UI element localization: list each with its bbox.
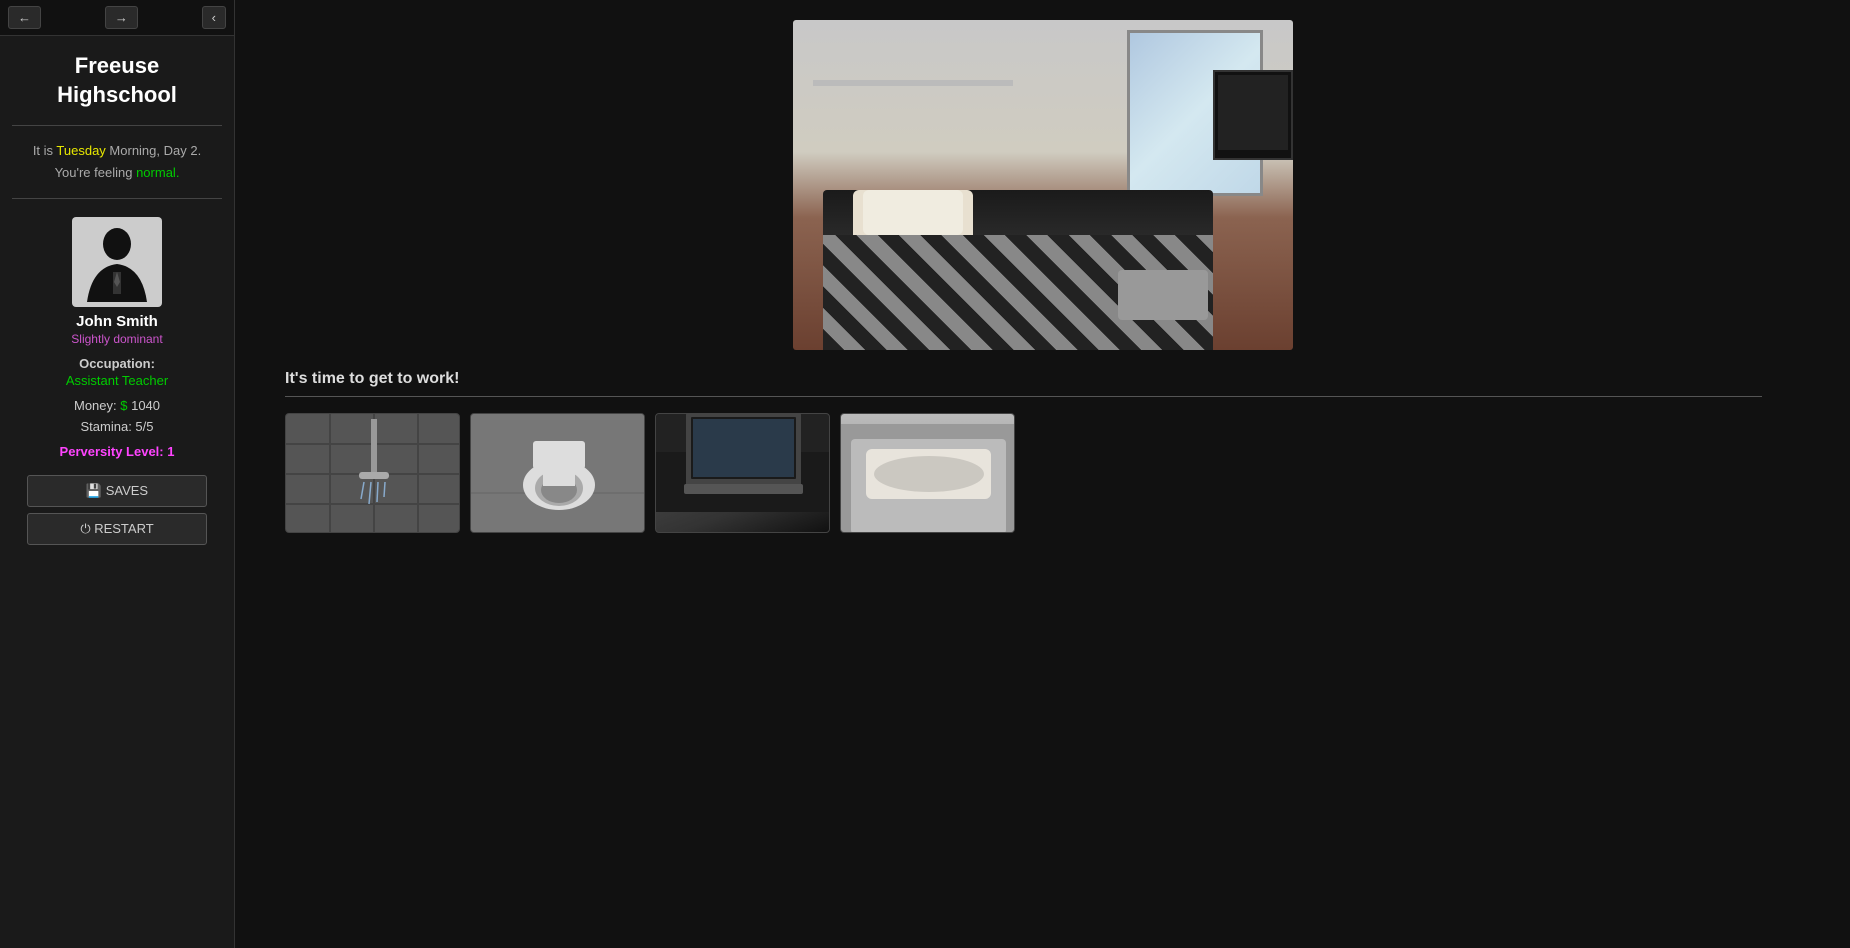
shower-svg bbox=[286, 414, 459, 532]
day-name: Tuesday bbox=[56, 143, 105, 158]
perversity-display: Perversity Level: 1 bbox=[60, 444, 175, 459]
money-display: Money: $ 1040 bbox=[74, 398, 160, 413]
divider-2 bbox=[12, 198, 223, 199]
tv bbox=[1213, 70, 1293, 160]
toilet-visual bbox=[471, 414, 644, 532]
saves-button[interactable]: 💾 SAVES bbox=[27, 475, 207, 507]
back-button[interactable]: ← bbox=[8, 6, 41, 29]
restart-button[interactable]: ⏻ RESTART bbox=[27, 513, 207, 545]
forward-button[interactable]: → bbox=[105, 6, 138, 29]
occupation-label: Occupation: bbox=[79, 356, 155, 371]
sofa bbox=[1118, 270, 1208, 320]
narrative-divider bbox=[285, 396, 1762, 397]
shower-visual bbox=[286, 414, 459, 532]
shelf bbox=[813, 80, 1013, 86]
avatar-image bbox=[77, 222, 157, 302]
toilet-svg bbox=[471, 413, 644, 533]
choice-bed[interactable] bbox=[840, 413, 1015, 533]
game-title: FreeuseHighschool bbox=[47, 36, 187, 115]
laptop-visual bbox=[656, 414, 829, 532]
avatar bbox=[72, 217, 162, 307]
character-name: John Smith bbox=[76, 313, 158, 330]
choice-toilet[interactable] bbox=[470, 413, 645, 533]
laptop-svg bbox=[656, 413, 829, 512]
money-sign: $ bbox=[120, 398, 127, 413]
choice-shower[interactable] bbox=[285, 413, 460, 533]
pillow-2 bbox=[863, 190, 963, 235]
choice-laptop[interactable] bbox=[655, 413, 830, 533]
narrative-text: It's time to get to work! bbox=[285, 370, 1820, 388]
bed-svg bbox=[841, 424, 1014, 533]
sidebar-navigation: ← → ‹ bbox=[0, 0, 234, 36]
day-info: It is Tuesday Morning, Day 2. You're fee… bbox=[23, 136, 211, 188]
feeling-status: normal. bbox=[136, 165, 179, 180]
tv-screen bbox=[1218, 75, 1288, 150]
money-amount: 1040 bbox=[131, 398, 160, 413]
scene-image bbox=[793, 20, 1293, 350]
occupation-value: Assistant Teacher bbox=[66, 373, 168, 388]
choices-grid bbox=[285, 413, 1820, 533]
sidebar: ← → ‹ FreeuseHighschool It is Tuesday Mo… bbox=[0, 0, 235, 948]
divider-1 bbox=[12, 125, 223, 126]
bed-visual bbox=[841, 414, 1014, 532]
main-content: It's time to get to work! bbox=[235, 0, 1850, 948]
collapse-button[interactable]: ‹ bbox=[202, 6, 226, 29]
character-disposition: Slightly dominant bbox=[71, 332, 162, 346]
stamina-display: Stamina: 5/5 bbox=[81, 419, 154, 434]
